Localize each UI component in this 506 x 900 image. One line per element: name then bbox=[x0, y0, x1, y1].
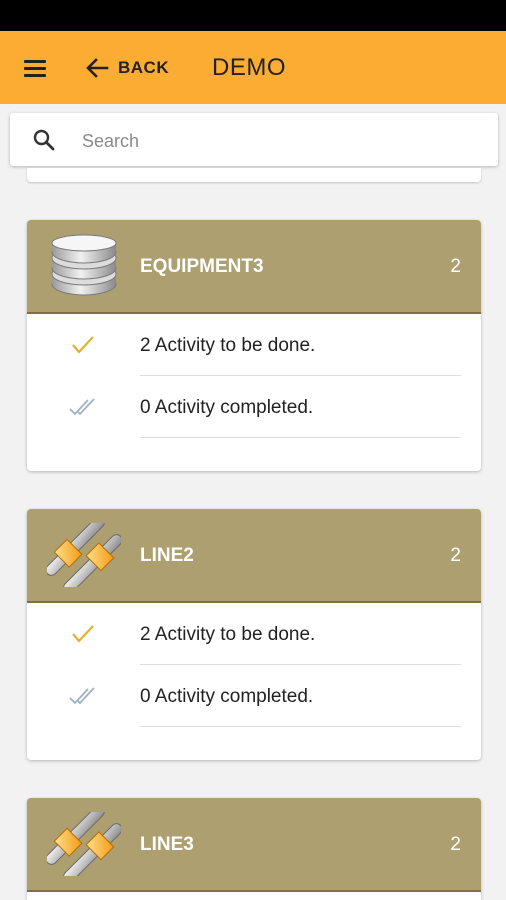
app-bar: BACK DEMO bbox=[0, 31, 506, 104]
menu-icon-bar bbox=[24, 67, 46, 70]
card-title: LINE2 bbox=[140, 545, 194, 566]
activity-completed-row[interactable]: 0 Activity completed. bbox=[27, 665, 481, 727]
check-icon bbox=[72, 336, 94, 354]
card-count: 2 bbox=[450, 545, 461, 566]
line-card: LINE3 2 bbox=[27, 798, 481, 900]
search-bar bbox=[10, 113, 498, 166]
activity-todo-text: 2 Activity to be done. bbox=[140, 335, 316, 356]
menu-icon bbox=[24, 60, 46, 63]
card-count: 2 bbox=[450, 256, 461, 277]
line-icon bbox=[47, 812, 121, 876]
card-title: LINE3 bbox=[140, 834, 194, 855]
page-title: DEMO bbox=[212, 54, 286, 81]
activity-todo-row[interactable]: 2 Activity to be done. bbox=[27, 314, 481, 376]
search-icon[interactable] bbox=[32, 128, 56, 152]
card-header[interactable]: LINE2 2 bbox=[27, 509, 481, 603]
equipment-card: EQUIPMENT3 2 2 Activity to be done. 0 Ac… bbox=[27, 220, 481, 471]
divider bbox=[140, 437, 461, 438]
divider bbox=[140, 726, 461, 727]
activity-todo-text: 2 Activity to be done. bbox=[140, 624, 316, 645]
activity-completed-row[interactable]: 0 Activity completed. bbox=[27, 376, 481, 438]
back-button[interactable]: BACK bbox=[84, 53, 169, 83]
back-label: BACK bbox=[118, 58, 170, 77]
card-title: EQUIPMENT3 bbox=[140, 256, 264, 277]
check-icon bbox=[72, 625, 94, 643]
previous-card-edge bbox=[27, 168, 481, 182]
activity-completed-text: 0 Activity completed. bbox=[140, 397, 314, 418]
double-check-icon bbox=[69, 398, 95, 416]
activity-todo-row[interactable]: 2 Activity to be done. bbox=[27, 603, 481, 665]
activity-completed-text: 0 Activity completed. bbox=[140, 686, 314, 707]
card-header[interactable]: LINE3 2 bbox=[27, 798, 481, 892]
menu-icon-bar bbox=[24, 74, 46, 77]
search-input[interactable] bbox=[80, 125, 484, 157]
arrow-left-icon bbox=[86, 58, 109, 78]
menu-button[interactable] bbox=[22, 57, 50, 79]
line-card: LINE2 2 2 Activity to be done. 0 Activit… bbox=[27, 509, 481, 760]
line-icon bbox=[47, 523, 121, 587]
database-icon bbox=[51, 234, 117, 296]
card-header[interactable]: EQUIPMENT3 2 bbox=[27, 220, 481, 314]
card-count: 2 bbox=[450, 834, 461, 855]
double-check-icon bbox=[69, 687, 95, 705]
status-bar bbox=[0, 0, 506, 31]
